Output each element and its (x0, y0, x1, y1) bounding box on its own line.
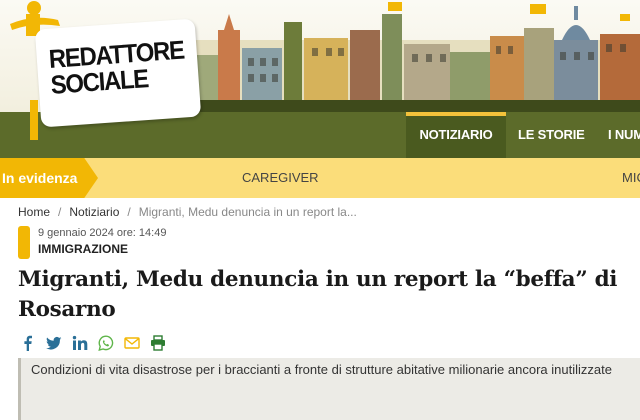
breadcrumb-separator: / (127, 205, 131, 219)
evidenza-label: In evidenza (0, 158, 98, 198)
breadcrumb-separator: / (58, 205, 62, 219)
whatsapp-icon[interactable] (98, 335, 114, 351)
linkedin-icon[interactable] (72, 335, 88, 351)
breadcrumb-home[interactable]: Home (18, 205, 50, 219)
nav-item-notiziario[interactable]: NOTIZIARIO (406, 112, 506, 158)
twitter-icon[interactable] (46, 335, 62, 351)
evidenza-link-mic[interactable]: MIC (622, 158, 640, 198)
logo-wordmark: REDATTORE SOCIALE (48, 35, 186, 100)
nav-item-le-storie[interactable]: LE STORIE (518, 112, 585, 158)
breadcrumb-notiziario[interactable]: Notiziario (69, 205, 119, 219)
email-icon[interactable] (124, 335, 140, 351)
article-subtitle: Condizioni di vita disastrose per i brac… (18, 358, 640, 420)
facebook-icon[interactable] (20, 335, 36, 351)
breadcrumb-current: Migranti, Medu denuncia in un report la.… (138, 205, 357, 219)
article-title: Migranti, Medu denuncia in un report la … (18, 267, 618, 322)
share-bar (20, 334, 166, 352)
breadcrumb: Home / Notiziario / Migranti, Medu denuncia … (18, 205, 357, 219)
article-datetime: 9 gennaio 2024 ore: 14:49 (38, 227, 167, 239)
meta-accent-bar (18, 226, 30, 259)
evidenza-link-caregiver[interactable]: CAREGIVER (242, 158, 319, 198)
nav-item-numeri[interactable]: I NUM (608, 112, 640, 158)
print-icon[interactable] (150, 335, 166, 351)
city-skyline-illustration (150, 2, 640, 112)
article-category[interactable]: IMMIGRAZIONE (38, 242, 128, 256)
